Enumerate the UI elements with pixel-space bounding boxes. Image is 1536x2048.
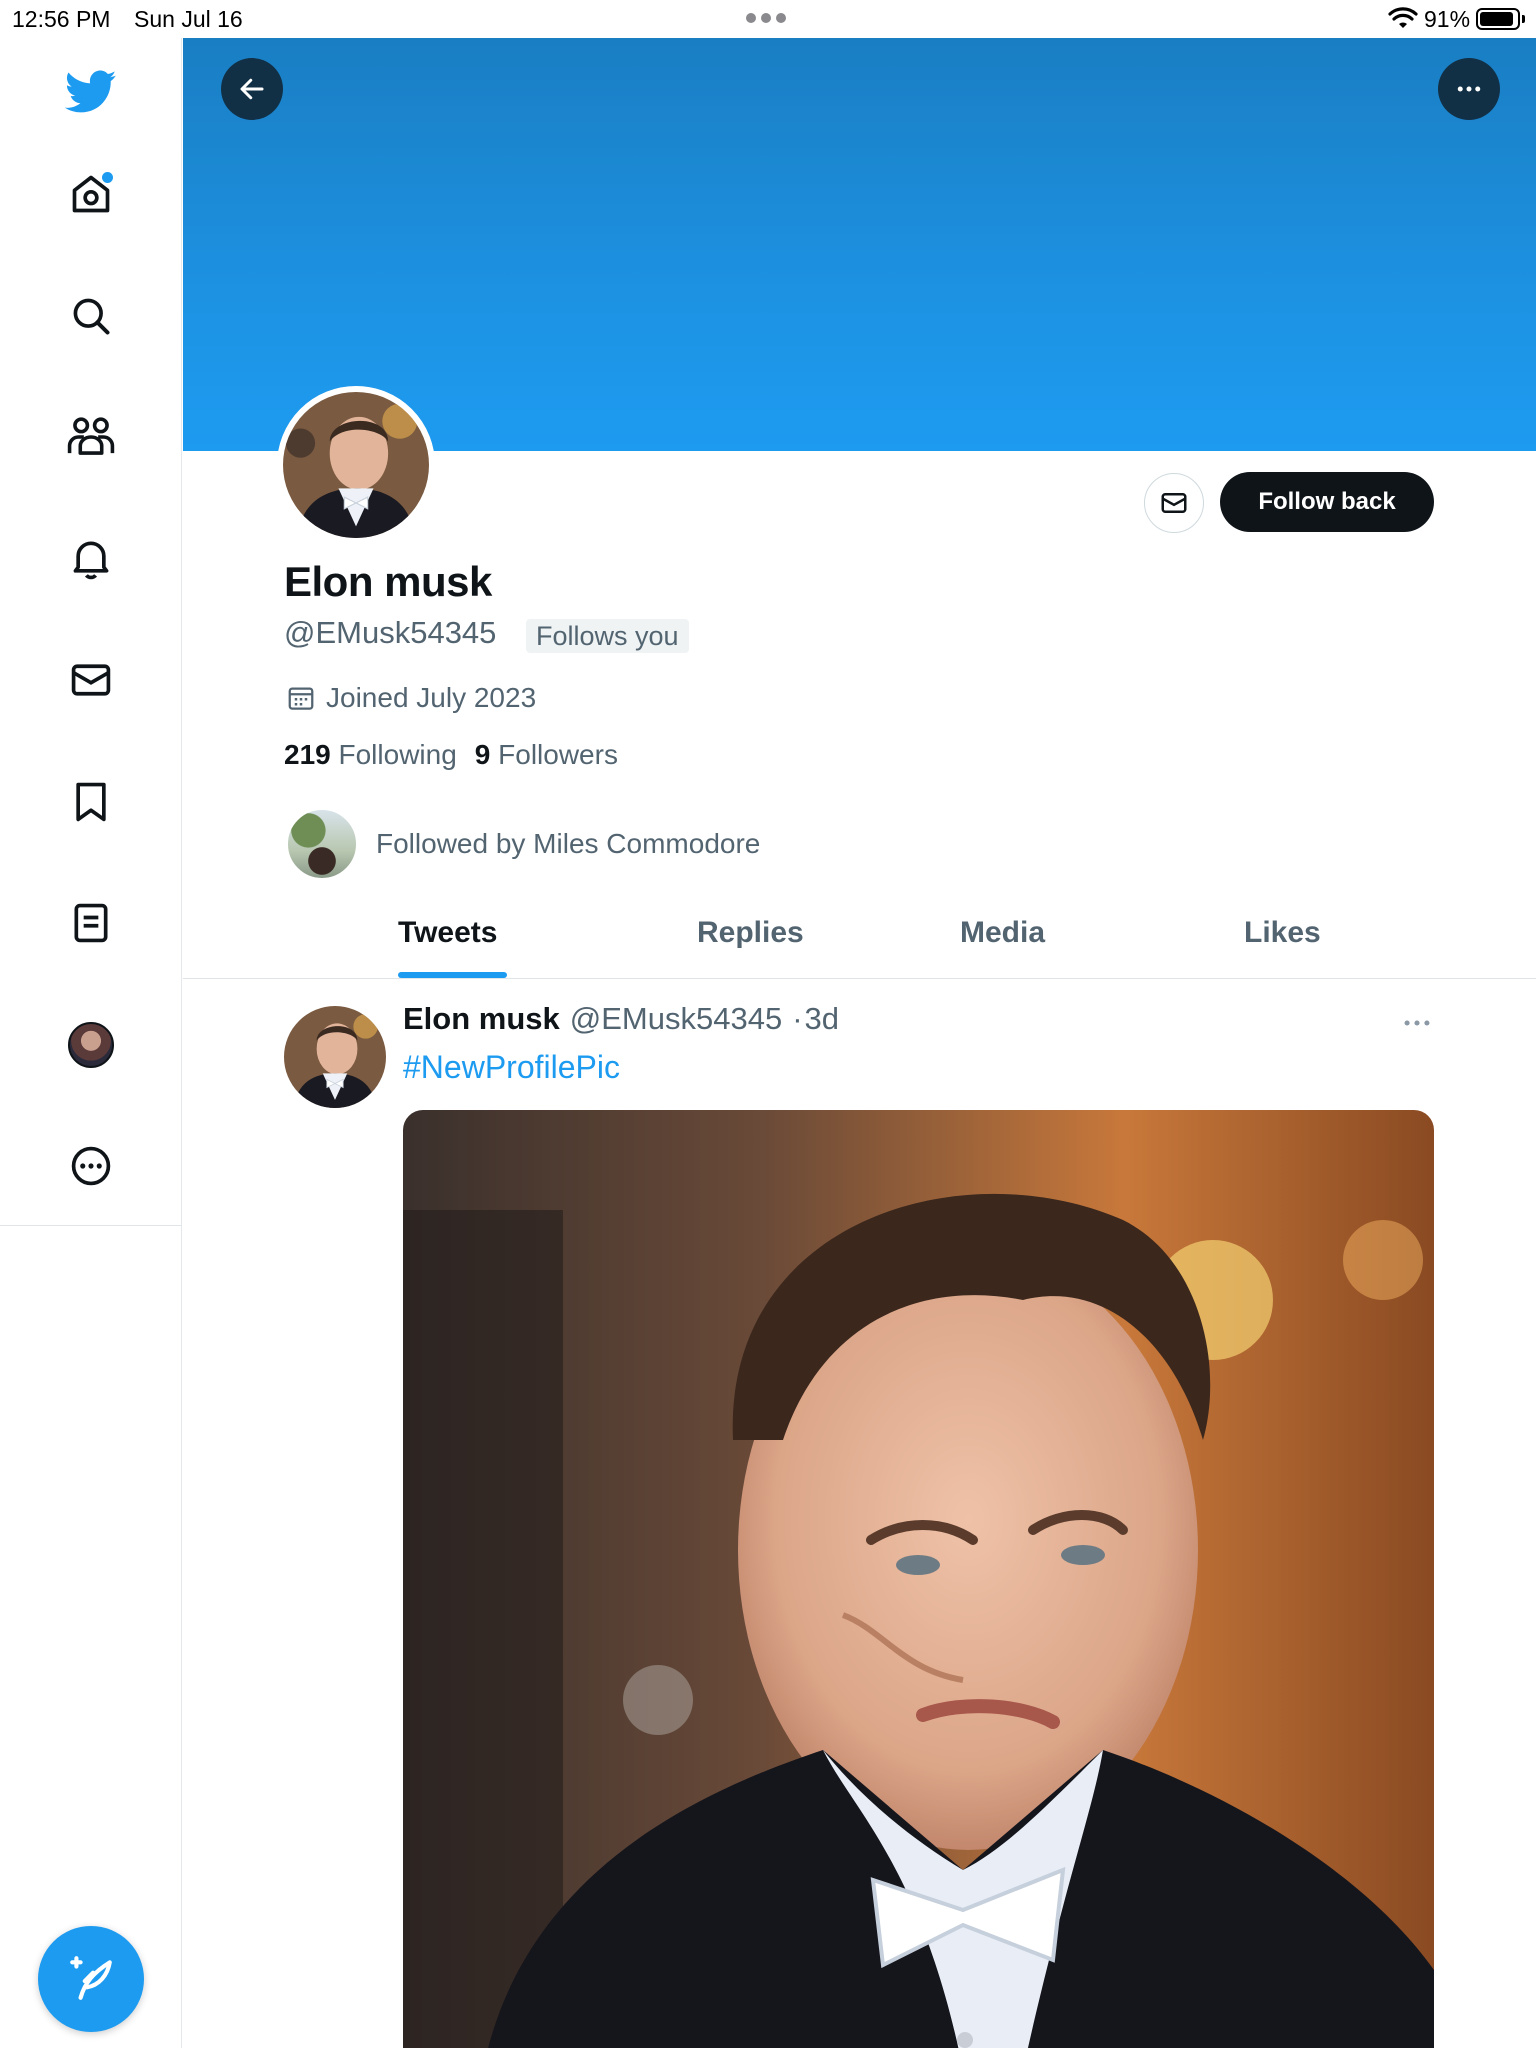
tab-media[interactable]: Media — [960, 916, 1045, 950]
tweet-photo — [403, 1110, 1434, 2048]
follow-back-button[interactable]: Follow back — [1220, 472, 1434, 532]
tweet-age: 3d — [804, 1001, 839, 1036]
profile-more-button[interactable] — [1438, 58, 1500, 120]
followed-by-text: Followed by Miles Commodore — [376, 828, 761, 859]
joined-date-row: Joined July 2023 — [286, 682, 536, 714]
tweet-author-avatar[interactable] — [284, 1006, 386, 1108]
notifications-bell-icon[interactable] — [59, 526, 123, 590]
tweet-more-button[interactable] — [1400, 1010, 1434, 1041]
profile-avatar-icon[interactable] — [59, 1013, 123, 1077]
envelope-icon — [1161, 493, 1187, 513]
active-tab-indicator — [398, 972, 507, 978]
ellipsis-icon — [1457, 86, 1481, 92]
tab-replies[interactable]: Replies — [697, 916, 804, 950]
follow-counts: 219 Following 9 Followers — [284, 739, 618, 771]
ellipsis-icon — [1404, 1020, 1430, 1026]
home-notification-dot — [102, 172, 113, 183]
bookmark-icon[interactable] — [59, 770, 123, 834]
profile-photo — [283, 392, 429, 538]
my-avatar — [68, 1022, 114, 1068]
tweet-header: Elon musk @EMusk54345 · 3d — [403, 1001, 839, 1037]
wifi-icon — [1388, 7, 1418, 28]
sidebar-divider — [0, 1225, 182, 1226]
profile-display-name: Elon musk — [284, 558, 492, 605]
follower-avatar — [286, 808, 358, 880]
follows-you-badge: Follows you — [526, 619, 689, 653]
back-button[interactable] — [221, 58, 283, 120]
battery-icon — [1476, 8, 1520, 30]
lists-icon[interactable] — [59, 891, 123, 955]
multitasking-dots-icon[interactable] — [746, 13, 786, 23]
tweet-author-handle[interactable]: @EMusk54345 — [570, 1001, 782, 1037]
tweet-author-photo — [284, 1006, 386, 1108]
tweet-author-name[interactable]: Elon musk — [403, 1001, 560, 1037]
battery-percentage: 91% — [1424, 6, 1471, 32]
battery-tip — [1522, 15, 1525, 23]
search-icon[interactable] — [59, 284, 123, 348]
followers-label: Followers — [498, 739, 618, 770]
followers-count: 9 — [474, 739, 491, 770]
communities-icon[interactable] — [59, 405, 123, 469]
twitter-logo-icon[interactable] — [59, 60, 123, 124]
status-bar: 12:56 PM Sun Jul 16 91% — [0, 0, 1536, 38]
joined-date: Joined July 2023 — [326, 682, 537, 713]
following-count-link[interactable]: 219 Following — [284, 739, 457, 771]
tweet-separator: · — [792, 1001, 803, 1036]
profile-tabs: Tweets Replies Media Likes — [183, 882, 1536, 979]
profile-handle: @EMusk54345 — [284, 615, 497, 650]
arrow-left-icon — [240, 78, 264, 100]
tweet-media-image[interactable] — [403, 1110, 1434, 2048]
following-count: 219 — [284, 739, 331, 770]
tweet-hashtag-link[interactable]: #NewProfilePic — [403, 1049, 620, 1086]
status-time: 12:56 PM — [12, 6, 111, 32]
tab-tweets[interactable]: Tweets — [398, 916, 497, 950]
profile-avatar[interactable] — [277, 386, 435, 544]
compose-feather-icon — [70, 1956, 112, 2000]
following-label: Following — [338, 739, 457, 770]
followers-count-link[interactable]: 9 Followers — [475, 739, 618, 771]
message-button[interactable] — [1144, 473, 1204, 533]
more-options-circle-icon[interactable] — [59, 1134, 123, 1198]
compose-tweet-button[interactable] — [38, 1926, 144, 2032]
followed-by-row[interactable]: Followed by Miles Commodore — [286, 808, 760, 880]
home-icon[interactable] — [59, 162, 123, 226]
tab-likes[interactable]: Likes — [1244, 916, 1321, 950]
messages-envelope-icon[interactable] — [59, 648, 123, 712]
status-date: Sun Jul 16 — [134, 6, 243, 32]
sidebar-nav — [0, 38, 182, 2048]
profile-banner — [183, 38, 1536, 451]
calendar-icon — [288, 687, 314, 710]
